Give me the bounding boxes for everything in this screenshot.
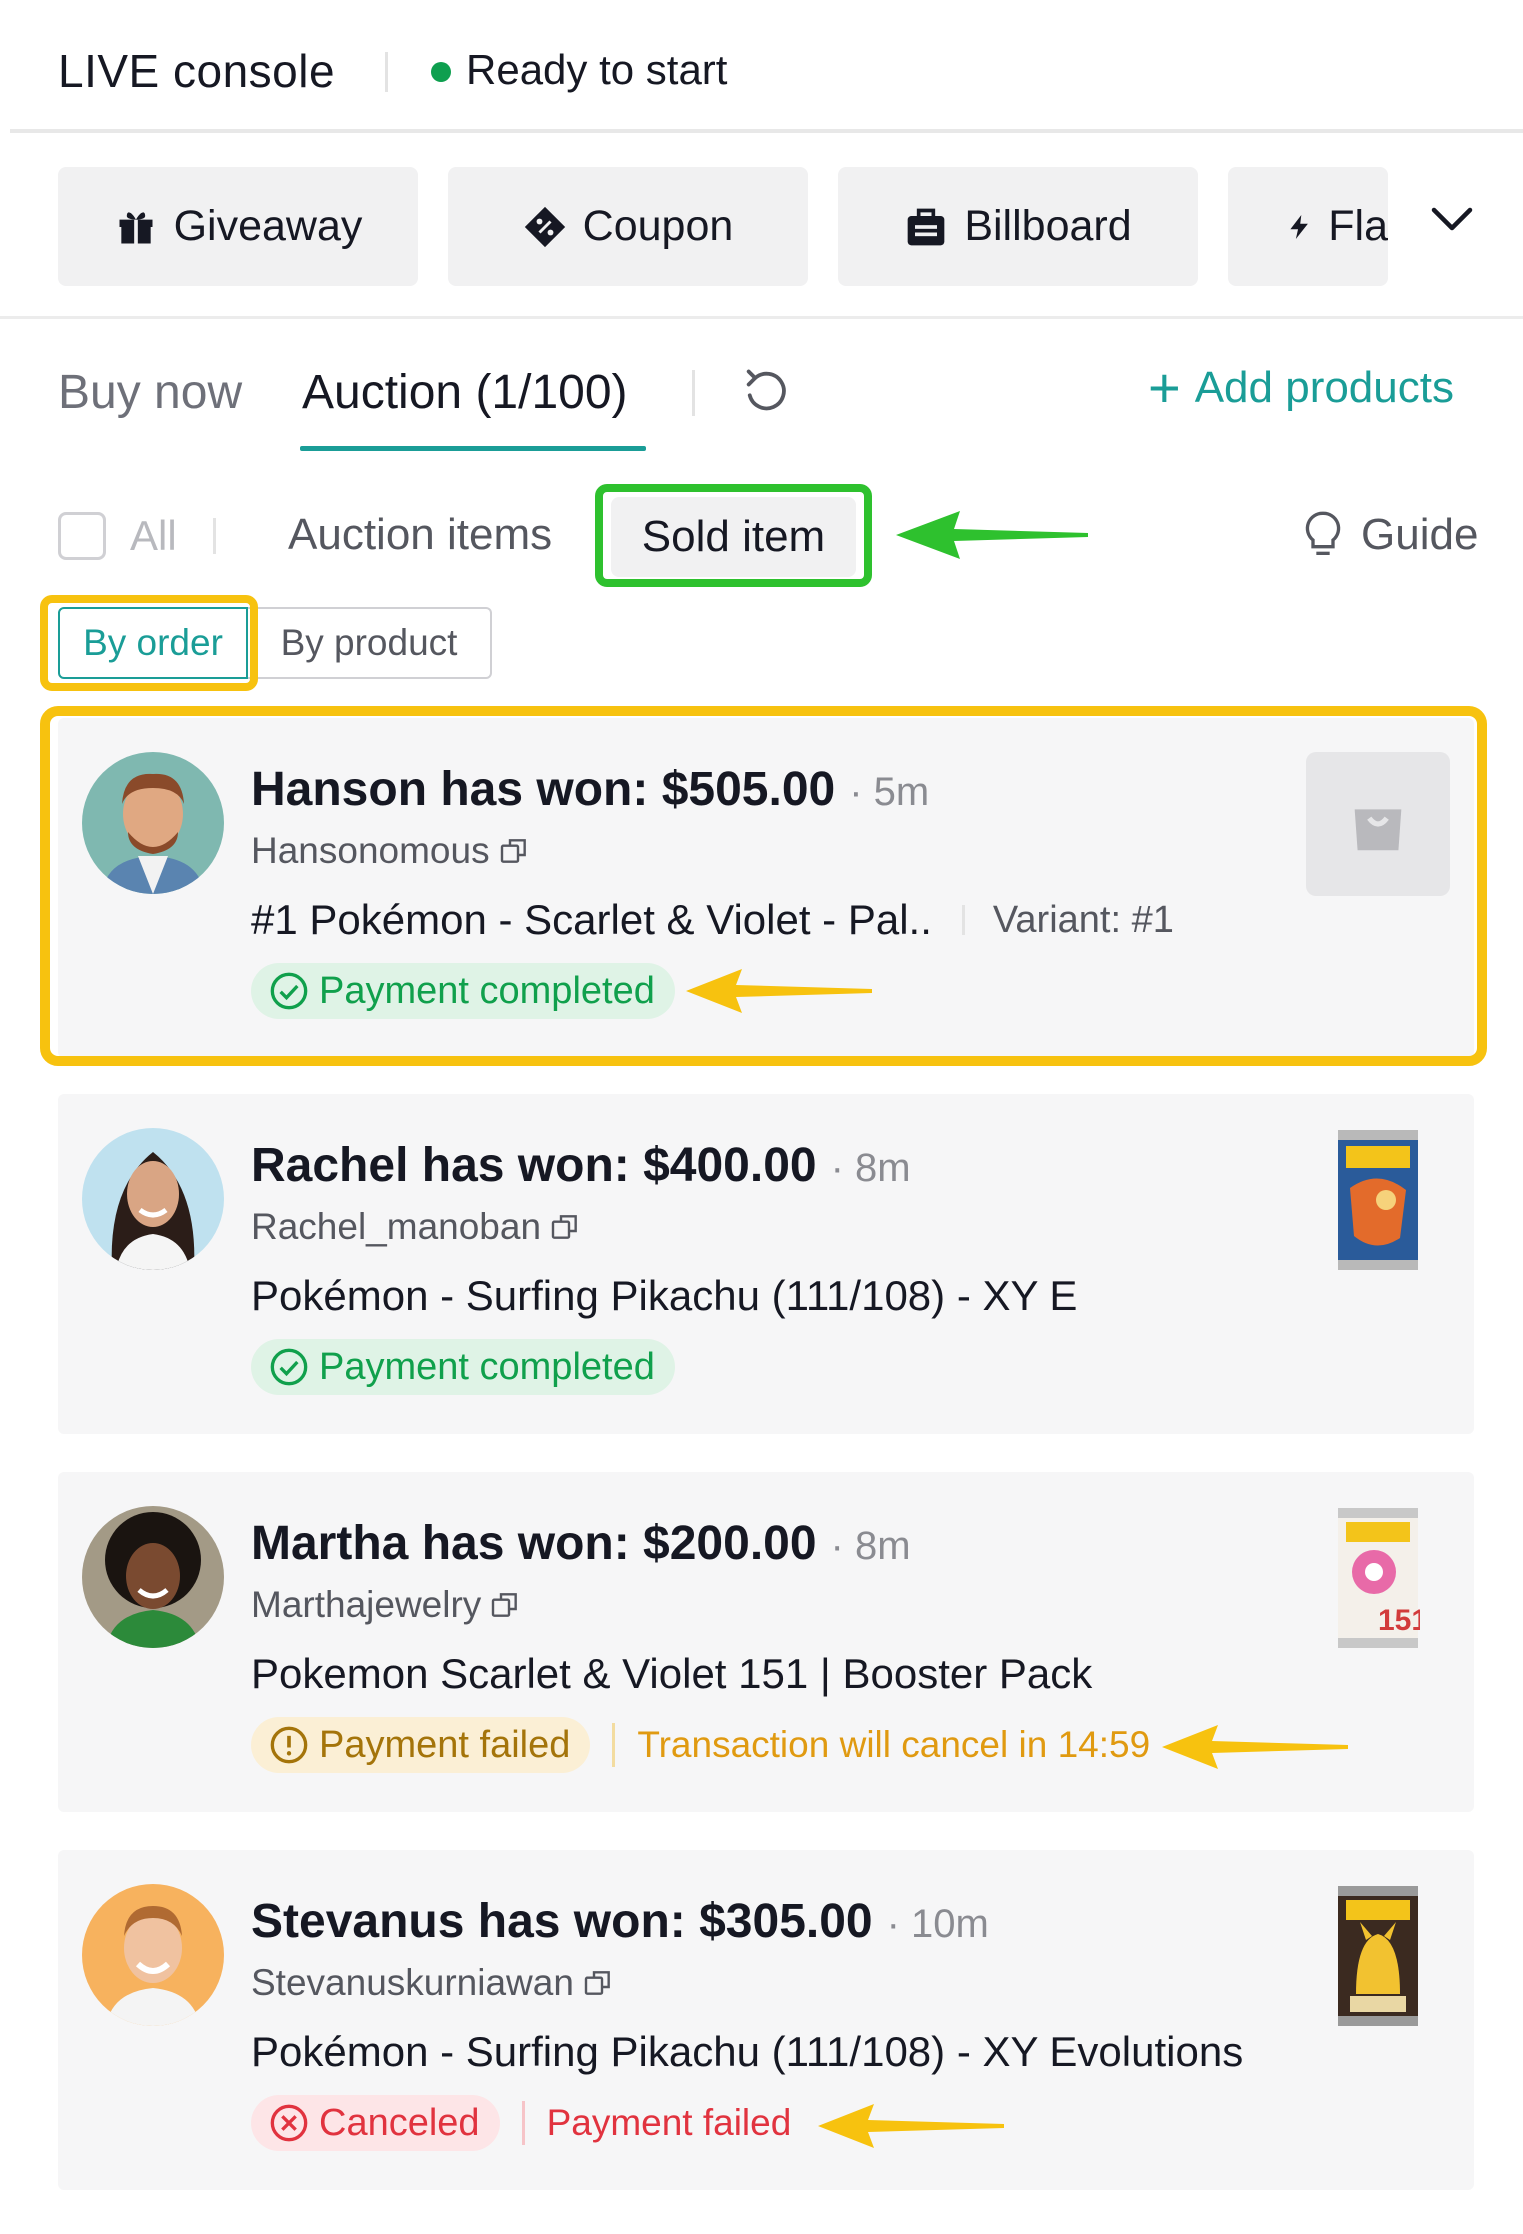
handle-text: Rachel_manoban [251,1206,542,1247]
billboard-icon [907,208,945,245]
avatar [82,1884,224,2026]
order-time: · 8m [830,1146,911,1190]
active-tab-indicator [300,446,646,451]
order-time: · 8m [830,1524,911,1568]
coupon-label: Coupon [582,202,734,250]
status-row: Canceled Payment failed [251,2095,791,2151]
product-thumbnail: 151 [1306,1506,1450,1650]
yellow-arrow-annotation [686,969,872,1013]
page-title: LIVE console [58,45,336,97]
status-badge: Payment failed [251,1717,591,1773]
select-all-checkbox[interactable] [58,512,106,560]
yellow-arrow-annotation [1162,1725,1348,1769]
product-thumbnail [1306,1128,1450,1272]
add-products-label: Add products [1194,363,1454,412]
product-line: Pokemon Scarlet & Violet 151 | Booster P… [251,1650,1092,1698]
tab-divider [692,370,695,416]
status-dot [431,62,451,82]
copy-icon[interactable] [489,1589,521,1621]
product-line: Pokémon - Surfing Pikachu (111/108) - XY… [251,2028,1243,2076]
avatar [82,1506,224,1648]
guide-label: Guide [1361,510,1479,559]
winner-title: Stevanus has won: $305.00 · 10m [251,1894,989,1949]
product-name: Pokemon Scarlet & Violet 151 | Booster P… [251,1650,1093,1697]
winner-title: Martha has won: $200.00 · 8m [251,1516,911,1571]
status-text: Payment failed [319,1723,571,1766]
x-circle-icon [270,2104,308,2142]
handle-text: Stevanuskurniawan [251,1962,574,2003]
console-header: LIVE console Ready to start [10,0,1523,133]
guide-button[interactable]: Guide [1303,510,1478,560]
svg-text:151: 151 [1378,1604,1420,1637]
coupon-icon [524,206,565,247]
product-name: Pokémon - Surfing Pikachu (111/108) - XY… [251,2028,1244,2075]
copy-icon[interactable] [549,1211,581,1243]
winner-amount: Martha has won: $200.00 [251,1517,817,1570]
tab-buy-now[interactable]: Buy now [58,365,242,420]
order-card[interactable]: Rachel has won: $400.00 · 8m Rachel_mano… [58,1094,1474,1434]
flash-label: Fla [1328,202,1388,250]
handle-text: Marthajewelry [251,1584,482,1625]
product-thumbnail [1306,1884,1450,2028]
status-badge: Payment completed [251,1339,675,1395]
buyer-handle[interactable]: Stevanuskurniawan [251,1962,614,2004]
status-text: Payment completed [319,1345,655,1388]
refresh-icon[interactable] [740,365,792,417]
avatar [82,1128,224,1270]
flash-sale-button[interactable]: Fla [1228,167,1388,286]
chevron-down-icon[interactable] [1430,206,1474,234]
buyer-handle[interactable]: Rachel_manoban [251,1206,581,1248]
winner-amount: Rachel has won: $400.00 [251,1139,817,1192]
status-text: Canceled [319,2101,480,2144]
yellow-arrow-annotation [818,2104,1004,2148]
by-order-highlight [40,595,258,691]
product-name: Pokémon - Surfing Pikachu (111/108) - XY… [251,1272,1078,1319]
billboard-button[interactable]: Billboard [838,167,1198,286]
green-arrow-annotation [896,511,1088,559]
coupon-button[interactable]: Coupon [448,167,808,286]
check-circle-icon [270,1348,308,1386]
alert-circle-icon [270,1726,308,1764]
status-note: Payment failed [546,2102,792,2143]
flash-icon [1290,214,1308,239]
copy-icon[interactable] [582,1967,614,1999]
winner-title: Rachel has won: $400.00 · 8m [251,1138,911,1193]
sort-by-product[interactable]: By product [248,607,492,679]
status-row: Payment completed [251,1339,675,1395]
filter-auction-items[interactable]: Auction items [288,510,552,560]
product-line: Pokémon - Surfing Pikachu (111/108) - XY… [251,1272,1077,1320]
order-time: · 10m [886,1902,989,1946]
select-all-label: All [130,512,177,559]
status-divider [612,1723,616,1767]
add-products-button[interactable]: + Add products [1148,356,1454,419]
live-status: Ready to start [466,46,728,93]
giveaway-icon [119,211,153,243]
status-row: Payment failed Transaction will cancel i… [251,1717,1150,1773]
tool-bar: Giveaway Coupon Billboard Fla [0,136,1523,319]
status-divider [521,2101,525,2145]
winner-amount: Stevanus has won: $305.00 [251,1895,873,1948]
filter-divider [213,518,216,554]
giveaway-label: Giveaway [173,202,363,250]
order-card[interactable]: Stevanus has won: $305.00 · 10m Stevanus… [58,1850,1474,2190]
sold-item-highlight [595,484,872,587]
buyer-handle[interactable]: Marthajewelry [251,1584,521,1626]
billboard-label: Billboard [964,202,1132,250]
lightbulb-icon [1305,511,1341,555]
cancel-countdown: Transaction will cancel in 14:59 [637,1724,1151,1765]
tab-auction[interactable]: Auction (1/100) [302,365,628,420]
giveaway-button[interactable]: Giveaway [58,167,418,286]
header-divider [385,52,388,92]
status-badge: Canceled [251,2095,500,2151]
plus-icon: + [1148,356,1181,419]
